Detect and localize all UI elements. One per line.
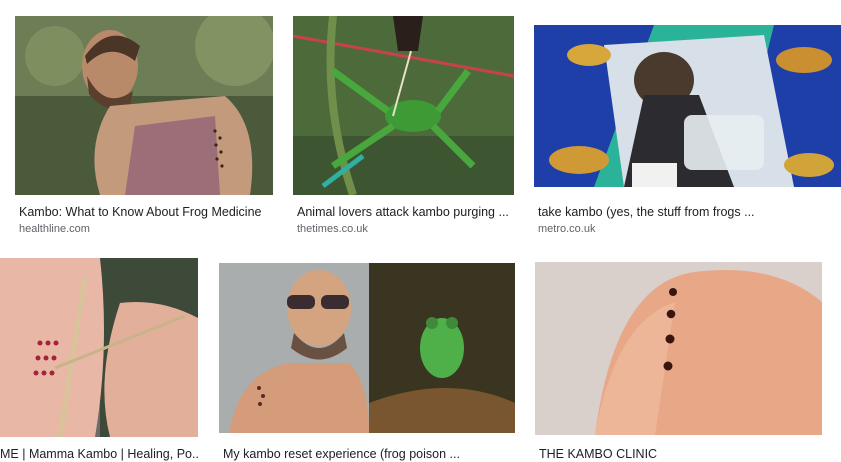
result-title-6[interactable]: THE KAMBO CLINIC	[539, 446, 819, 462]
result-image-1[interactable]	[15, 16, 273, 195]
result-image-2[interactable]	[293, 16, 514, 195]
result-image-5[interactable]	[219, 263, 515, 433]
result-image-3[interactable]	[534, 25, 841, 187]
result-image-6[interactable]	[535, 262, 822, 435]
result-source-3[interactable]: metro.co.uk	[538, 222, 595, 236]
result-image-4[interactable]	[0, 258, 198, 437]
result-source-1[interactable]: healthline.com	[19, 222, 90, 236]
result-title-2[interactable]: Animal lovers attack kambo purging ...	[297, 204, 514, 220]
result-title-5[interactable]: My kambo reset experience (frog poison .…	[223, 446, 515, 462]
result-title-3[interactable]: take kambo (yes, the stuff from frogs ..…	[538, 204, 838, 220]
result-title-4[interactable]: ME | Mamma Kambo | Healing, Po...	[0, 446, 198, 462]
result-title-1[interactable]: Kambo: What to Know About Frog Medicine	[19, 204, 273, 220]
result-source-2[interactable]: thetimes.co.uk	[297, 222, 368, 236]
